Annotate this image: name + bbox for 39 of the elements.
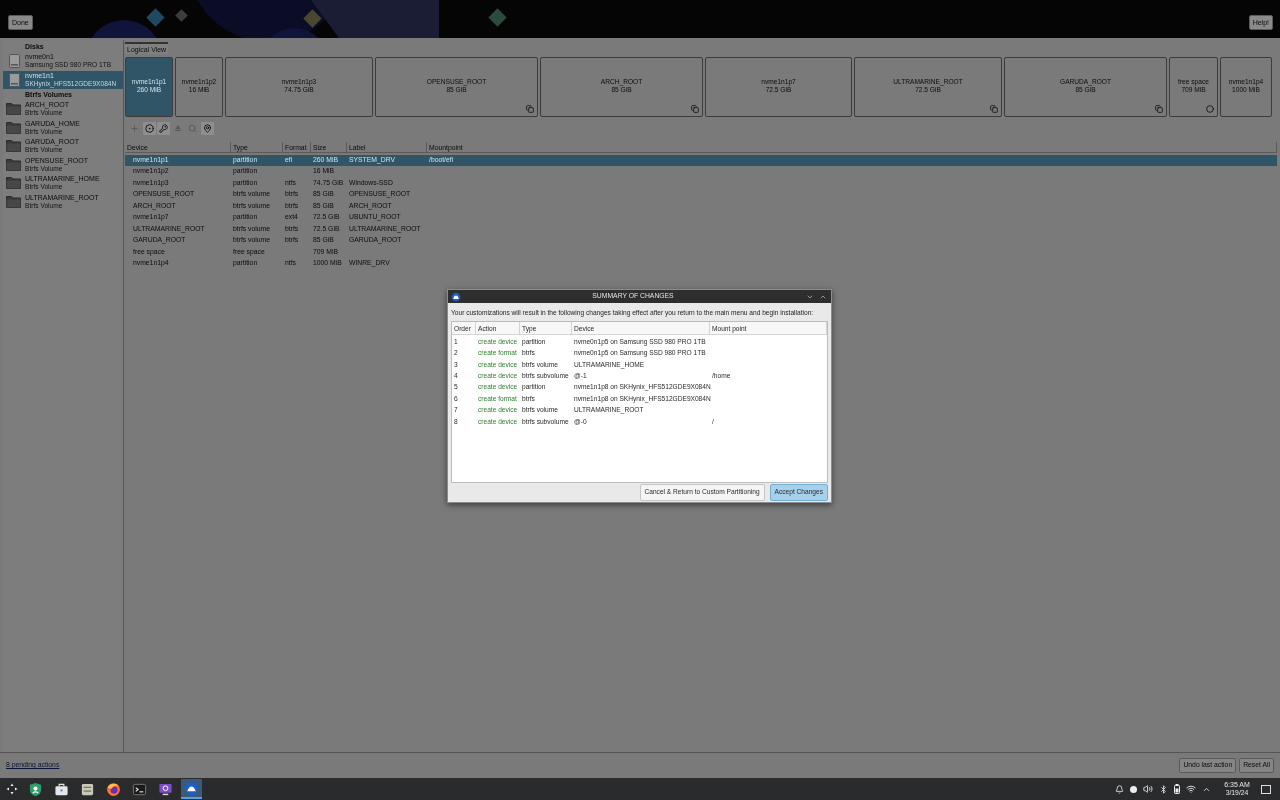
folder-icon [6,177,21,190]
stacked-squares-icon [990,105,998,113]
stacked-squares-icon [526,105,534,113]
briefcase-icon [54,781,69,797]
search-icon [188,123,197,133]
shield-icon [28,781,43,797]
eject-icon [173,123,183,133]
key-icon [159,123,168,133]
folder-icon [6,121,21,134]
file-drawer-icon [80,781,95,797]
toolbar-button[interactable] [200,121,214,135]
volume-icon[interactable] [1143,784,1153,794]
dot-icon[interactable] [1130,785,1137,793]
monitor-icon [158,781,173,797]
plus-icon [130,123,139,133]
launcher-icon [6,783,18,795]
taskbar-button[interactable] [181,779,202,799]
wifi-icon[interactable] [1186,784,1196,794]
terminal-icon [132,781,147,797]
drive-icon [9,72,20,87]
map-pin-icon [202,123,212,133]
toolbar-button[interactable] [142,121,156,135]
toolbar-button[interactable] [157,121,170,135]
app-logo-icon [184,780,199,796]
desktop-icon[interactable] [1261,784,1271,794]
folder-icon [6,195,21,208]
folder-icon [6,103,21,116]
bell-icon[interactable] [1115,784,1124,794]
folder-icon [6,158,21,171]
app-logo-icon [451,291,461,302]
drive-icon [9,54,20,69]
circle-icon [1206,105,1214,113]
bluetooth-icon[interactable] [1159,784,1168,794]
stacked-squares-icon [1155,105,1163,113]
folder-icon [6,140,21,153]
target-icon [144,123,154,133]
flame-globe-icon [106,781,121,797]
battery-icon[interactable] [1174,784,1180,794]
stacked-squares-icon [691,105,699,113]
